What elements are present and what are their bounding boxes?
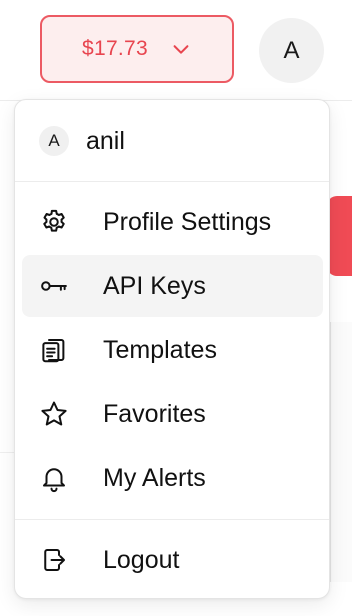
menu-divider bbox=[15, 181, 329, 182]
menu-item-api-keys[interactable]: API Keys bbox=[22, 255, 323, 317]
menu-user-row: A anil bbox=[15, 100, 329, 182]
logout-button[interactable]: Logout bbox=[22, 529, 323, 591]
menu-item-label: Favorites bbox=[103, 399, 206, 428]
menu-item-label: Templates bbox=[103, 335, 217, 364]
logout-icon bbox=[38, 544, 70, 576]
account-avatar-button[interactable]: A bbox=[259, 18, 324, 83]
bell-icon bbox=[38, 462, 70, 494]
document-icon bbox=[38, 334, 70, 366]
user-name: anil bbox=[86, 126, 125, 155]
background-accent-button bbox=[327, 196, 352, 276]
menu-item-favorites[interactable]: Favorites bbox=[22, 383, 323, 445]
menu-item-templates[interactable]: Templates bbox=[22, 319, 323, 381]
avatar-initial: A bbox=[283, 36, 300, 64]
background-panel bbox=[330, 322, 352, 582]
gear-icon bbox=[38, 206, 70, 238]
balance-button[interactable]: $17.73 bbox=[40, 15, 234, 83]
user-avatar-initial: A bbox=[48, 131, 60, 150]
star-icon bbox=[38, 398, 70, 430]
menu-item-label: Profile Settings bbox=[103, 207, 272, 236]
key-icon bbox=[38, 270, 70, 302]
menu-item-profile-settings[interactable]: Profile Settings bbox=[22, 191, 323, 253]
balance-amount: $17.73 bbox=[81, 37, 149, 60]
account-dropdown-menu: A anil Profile Settings API Keys Templat… bbox=[14, 99, 330, 599]
menu-item-label: API Keys bbox=[103, 271, 206, 300]
logout-label: Logout bbox=[103, 545, 180, 574]
menu-item-my-alerts[interactable]: My Alerts bbox=[22, 447, 323, 509]
user-avatar: A bbox=[39, 126, 69, 156]
menu-item-label: My Alerts bbox=[103, 463, 206, 492]
chevron-down-icon bbox=[170, 38, 192, 60]
menu-divider bbox=[15, 519, 329, 520]
app-viewport: $17.73 A A anil Profile Settings API Key… bbox=[0, 0, 352, 616]
